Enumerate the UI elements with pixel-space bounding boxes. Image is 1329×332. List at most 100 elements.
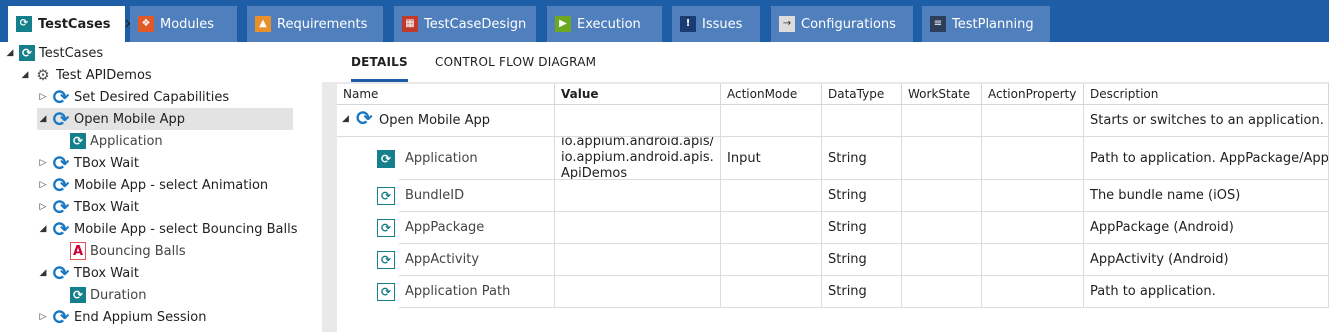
testcasedesign-icon: ▦ [402,16,418,32]
section-tab-bar: ⟳ TestCases × ❖ Modules ▲ Requirements ▦… [0,0,1329,42]
grid-cell-description[interactable]: AppActivity (Android) [1084,244,1329,276]
grid-cell-work-state[interactable] [902,180,982,212]
grid-cell-data-type[interactable]: String [822,212,902,244]
tab-modules[interactable]: ❖ Modules [130,6,237,42]
grid-cell-data-type[interactable]: String [822,244,902,276]
grid-cell-name[interactable]: Application Path [399,276,555,308]
tree-item-test-apidemos[interactable]: ◢ ⚙ Test APIDemos [19,64,152,86]
column-header-name[interactable]: Name [337,84,555,105]
grid-cell-name[interactable]: AppPackage [399,212,555,244]
tree-item-end-appium-session[interactable]: ▷ ⟳ End Appium Session [37,306,207,328]
collapse-arrow-icon[interactable]: ◢ [37,114,49,124]
expand-arrow-icon[interactable]: ▷ [37,202,49,212]
tree-item-duration[interactable]: ⟳ Duration [55,284,146,306]
tree-item-application[interactable]: ⟳ Application [55,130,163,152]
tab-configurations[interactable]: → Configurations [771,6,913,42]
tab-testcasedesign[interactable]: ▦ TestCaseDesign [394,6,536,42]
column-header-action-property[interactable]: ActionProperty [982,84,1084,105]
grid-cell-action-mode[interactable] [721,212,822,244]
collapse-arrow-icon[interactable]: ◢ [19,70,31,80]
tab-control-flow-diagram[interactable]: CONTROL FLOW DIAGRAM [435,42,596,82]
grid-cell-action-property[interactable] [982,212,1084,244]
tab-requirements[interactable]: ▲ Requirements [247,6,383,42]
tree-item-label: Mobile App - select Bouncing Balls [74,221,298,237]
grid-cell-data-type[interactable] [822,105,902,137]
tab-label: TestPlanning [952,16,1034,32]
column-header-value[interactable]: Value [555,84,721,105]
expand-arrow-icon[interactable]: ▷ [37,158,49,168]
tree-item-label: TBox Wait [74,199,139,215]
tab-details[interactable]: DETAILS [351,42,408,82]
grid-cell-description[interactable]: Path to application. [1084,276,1329,308]
tree-item-testcases[interactable]: ◢ ⟳ TestCases [4,42,103,64]
reuse-cycle-icon: ⟳ [52,85,70,109]
grid-cell-action-mode[interactable] [721,180,822,212]
grid-cell-action-property[interactable] [982,244,1084,276]
grid-cell-value[interactable] [555,276,721,308]
tree-item-select-bouncing-balls[interactable]: ◢ ⟳ Mobile App - select Bouncing Balls [37,218,298,240]
grid-cell-value[interactable]: io.appium.android.apis/ io.appium.androi… [555,137,721,180]
expand-arrow-icon[interactable]: ▷ [37,180,49,190]
grid-cell-work-state[interactable] [902,276,982,308]
subtab-label: DETAILS [351,55,408,69]
grid-cell-action-property[interactable] [982,180,1084,212]
testplanning-icon: ≡ [930,16,946,32]
tab-testcases[interactable]: ⟳ TestCases × [8,6,135,42]
testcase-folder-icon: ⟳ [19,45,35,61]
grid-cell-action-property[interactable] [982,105,1084,137]
collapse-arrow-icon[interactable]: ◢ [4,48,16,58]
grid-cell-description[interactable]: Starts or switches to an application. [1084,105,1329,137]
grid-cell-data-type[interactable]: String [822,180,902,212]
grid-cell-data-type[interactable]: String [822,137,902,180]
tree-item-label: Open Mobile App [74,111,186,127]
grid-cell-name[interactable]: Application [399,137,555,180]
grid-cell-data-type[interactable]: String [822,276,902,308]
tree-item-open-mobile-app[interactable]: ◢ ⟳ Open Mobile App [37,108,293,130]
grid-cell-action-mode[interactable] [721,244,822,276]
testcase-tree: ◢ ⟳ TestCases ◢ ⚙ Test APIDemos ▷ ⟳ Set … [0,42,322,332]
tree-item-label: Application [90,133,163,149]
issues-icon: ! [680,16,696,32]
column-header-description[interactable]: Description [1084,84,1329,105]
testcase-step-icon: ⟳ [70,287,86,303]
tab-execution[interactable]: ▶ Execution [547,6,662,42]
collapse-arrow-icon[interactable]: ◢ [342,114,349,124]
test-case-icon: ⚙ [36,66,50,84]
grid-cell-action-mode[interactable] [721,105,822,137]
grid-cell-work-state[interactable] [902,105,982,137]
grid-cell-action-property[interactable] [982,276,1084,308]
collapse-arrow-icon[interactable]: ◢ [37,268,49,278]
grid-cell-value[interactable] [555,212,721,244]
grid-cell-work-state[interactable] [902,137,982,180]
expand-arrow-icon[interactable]: ▷ [37,312,49,322]
tree-item-tbox-wait[interactable]: ◢ ⟳ TBox Wait [37,262,139,284]
grid-cell-description[interactable]: Path to application. AppPackage/App... [1084,137,1329,180]
grid-cell-work-state[interactable] [902,244,982,276]
tab-issues[interactable]: ! Issues [672,6,760,42]
grid-cell-name[interactable]: BundleID [399,180,555,212]
grid-cell-description[interactable]: The bundle name (iOS) [1084,180,1329,212]
tree-item-tbox-wait[interactable]: ▷ ⟳ TBox Wait [37,152,139,174]
tree-item-tbox-wait[interactable]: ▷ ⟳ TBox Wait [37,196,139,218]
reuse-cycle-icon: ⟳ [52,261,70,285]
grid-cell-action-property[interactable] [982,137,1084,180]
grid-cell-value[interactable] [555,180,721,212]
collapse-arrow-icon[interactable]: ◢ [37,224,49,234]
column-header-work-state[interactable]: WorkState [902,84,982,105]
tree-item-bouncing-balls[interactable]: A Bouncing Balls [55,240,186,262]
grid-cell-description[interactable]: AppPackage (Android) [1084,212,1329,244]
tree-item-select-animation[interactable]: ▷ ⟳ Mobile App - select Animation [37,173,269,197]
tab-testplanning[interactable]: ≡ TestPlanning [922,6,1050,42]
grid-cell-action-mode[interactable]: Input [721,137,822,180]
tree-item-set-desired-capabilities[interactable]: ▷ ⟳ Set Desired Capabilities [37,85,230,109]
column-header-data-type[interactable]: DataType [822,84,902,105]
grid-cell-name[interactable]: AppActivity [399,244,555,276]
grid-cell-action-mode[interactable] [721,276,822,308]
column-header-action-mode[interactable]: ActionMode [721,84,822,105]
grid-cell-value[interactable] [555,244,721,276]
expand-arrow-icon[interactable]: ▷ [37,92,49,102]
testcase-icon: ⟳ [16,16,32,32]
reuse-cycle-icon: ⟳ [52,173,70,197]
grid-cell-value[interactable] [555,105,721,137]
grid-cell-work-state[interactable] [902,212,982,244]
